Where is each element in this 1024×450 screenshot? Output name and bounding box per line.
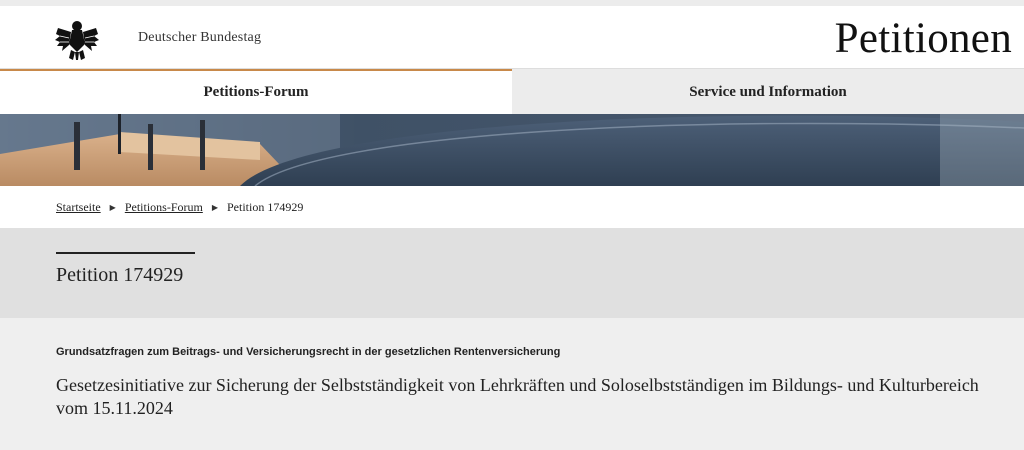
page-title: Petition 174929 <box>56 264 184 286</box>
breadcrumb-startseite[interactable]: Startseite <box>56 200 101 215</box>
petition-summary: Grundsatzfragen zum Beitrags- und Versic… <box>0 318 1024 450</box>
site-title[interactable]: Petitionen <box>835 14 1012 63</box>
federal-eagle-icon[interactable] <box>54 18 100 62</box>
chevron-right-icon: ▶ <box>109 202 116 212</box>
hero-image <box>0 114 1024 186</box>
breadcrumb: Startseite ▶ Petitions-Forum ▶ Petition … <box>0 186 1024 228</box>
breadcrumb-current: Petition 174929 <box>226 199 304 214</box>
tab-petitions-forum[interactable]: Petitions-Forum <box>0 69 512 114</box>
title-band: Petition 174929 <box>0 228 1024 318</box>
main-nav: Petitions-Forum Service und Information <box>0 68 1024 114</box>
breadcrumb-petitions-forum[interactable]: Petitions-Forum <box>125 200 203 215</box>
site-header: Deutscher Bundestag Petitionen <box>0 6 1024 68</box>
tab-service-und-information[interactable]: Service und Information <box>512 69 1024 114</box>
org-name[interactable]: Deutscher Bundestag <box>138 30 261 46</box>
chevron-right-icon: ▶ <box>211 202 218 212</box>
title-divider <box>56 252 195 254</box>
petition-subject: Gesetzesinitiative zur Sicherung der Sel… <box>56 375 979 418</box>
petition-category: Grundsatzfragen zum Beitrags- und Versic… <box>56 346 561 358</box>
